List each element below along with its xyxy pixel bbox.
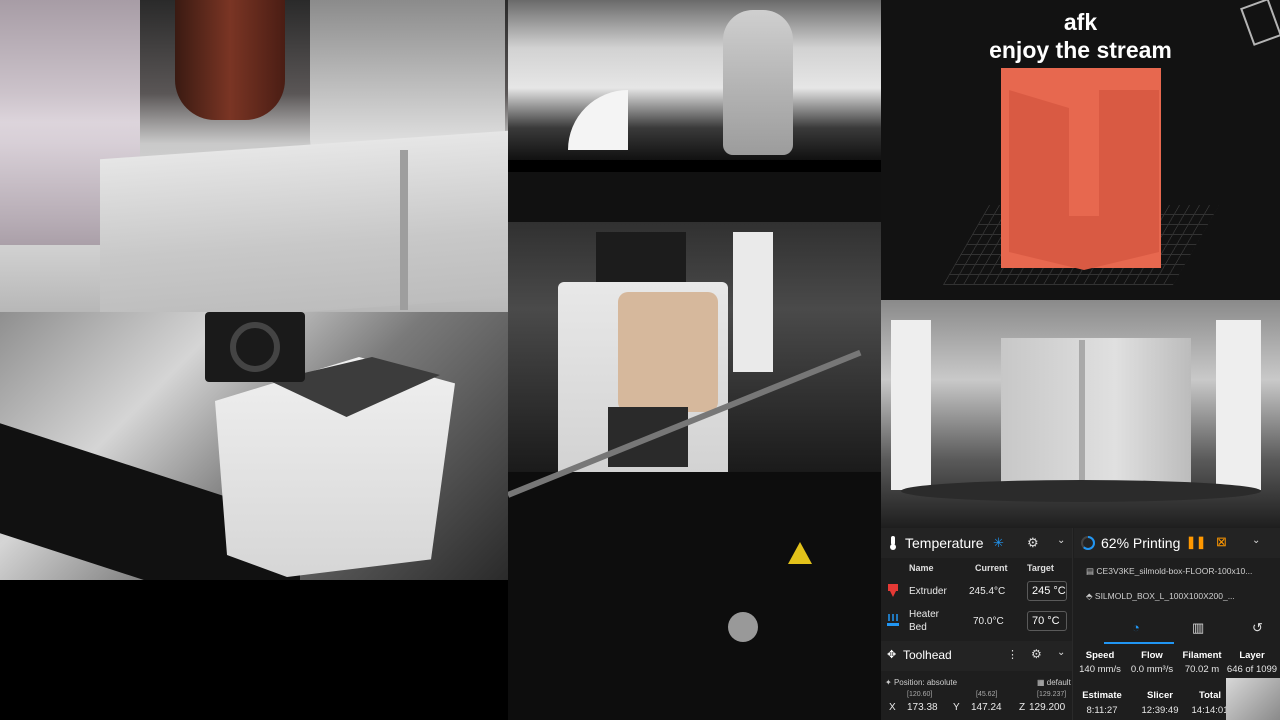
position-mode: ✦ Position: absolute xyxy=(885,678,957,687)
file-icon: ▤ xyxy=(1086,566,1097,576)
temperature-header: Temperature ✳ ⚙ ⌄ xyxy=(881,528,1072,558)
gantry-image xyxy=(508,172,881,222)
col-name-header: Name xyxy=(909,563,934,573)
miniature-figure-image xyxy=(723,10,793,155)
extruder-target-value: 245 xyxy=(1032,585,1051,597)
z-axis-label: Z xyxy=(1019,702,1026,713)
printer-control-panel: Temperature ✳ ⚙ ⌄ Name Current Target Ex… xyxy=(881,528,1280,720)
toolhead-gear-icon[interactable]: ⚙ xyxy=(1031,647,1042,661)
part-groove xyxy=(400,150,408,310)
y-position-field[interactable]: 147.24 xyxy=(971,702,1002,713)
time-slicer-label: Slicer xyxy=(1147,690,1173,701)
stat-filament-label: Filament xyxy=(1182,650,1222,661)
right-frame-image xyxy=(1216,320,1261,490)
move-arrows-icon: ✥ xyxy=(887,649,897,661)
temperature-title: Temperature xyxy=(905,535,984,551)
toolhead-chevron-icon[interactable]: ⌄ xyxy=(1057,647,1065,658)
preset-selector[interactable]: ▦ default xyxy=(1037,678,1071,687)
file-row-1[interactable]: ▤ CE3V3KE_silmold-box-FLOOR-100x10... xyxy=(1086,566,1252,577)
heater-bed-icon xyxy=(887,614,899,628)
build-plate-image xyxy=(508,472,881,720)
stat-speed-value: 140 mm/s xyxy=(1079,664,1121,675)
thermometer-icon xyxy=(887,536,899,550)
printed-box-front-image xyxy=(1001,338,1191,483)
overlay-line-2: enjoy the stream xyxy=(989,37,1172,63)
col-target-header: Target xyxy=(1027,563,1054,573)
x-position-field[interactable]: 173.38 xyxy=(907,702,938,713)
extruder-current: 245.4°C xyxy=(969,586,1006,597)
file-row-2[interactable]: ⬘ SILMOLD_BOX_L_100X100X200_... xyxy=(1086,591,1235,602)
leveling-knob-image xyxy=(728,612,758,642)
time-estimate-label: Estimate xyxy=(1082,690,1122,701)
tab-files-icon[interactable]: ▥ xyxy=(1192,620,1204,636)
preset-label: default xyxy=(1046,678,1071,687)
chevron-down-icon[interactable]: ⌄ xyxy=(1057,535,1065,546)
position-mode-label: Position: absolute xyxy=(893,678,958,687)
heater-bed-target-input[interactable]: 70 °C xyxy=(1027,611,1067,631)
model-preview-panel: afk enjoy the stream xyxy=(881,0,1280,300)
toolhead-header: ✥ Toolhead ⋮ ⚙ ⌄ xyxy=(881,641,1072,671)
box-seam xyxy=(1079,340,1085,480)
print-status-title: 62% Printing xyxy=(1101,535,1181,551)
nozzle-image xyxy=(175,0,285,120)
extruder-icon xyxy=(887,584,899,598)
toolhead-plate-image xyxy=(618,292,718,412)
fan-ring xyxy=(230,322,280,372)
current-object-name: SILMOLD_BOX_L_100X100X200_... xyxy=(1094,591,1235,601)
status-header: 62% Printing ❚❚ ⊠ ⌄ xyxy=(1074,528,1280,558)
frame-tower-image xyxy=(733,232,773,372)
heater-bed-name: Heater Bed xyxy=(909,609,940,633)
bed-target-value: 70 xyxy=(1032,615,1045,627)
more-vert-icon[interactable]: ⋮ xyxy=(1007,648,1018,661)
y-target: [45.62] xyxy=(976,691,998,698)
z-target: [129.237] xyxy=(1037,691,1067,698)
x-axis-label: X xyxy=(889,702,896,713)
heater-bed-current: 70.0°C xyxy=(973,616,1004,627)
left-frame-image xyxy=(891,320,931,490)
progress-ring-icon xyxy=(1081,536,1095,550)
camera-toolhead-view xyxy=(508,172,881,720)
time-estimate-value: 8:11:27 xyxy=(1086,705,1118,716)
stat-layer-value: 646 of 1099 xyxy=(1226,664,1278,675)
stat-flow-label: Flow xyxy=(1141,650,1163,661)
cancel-print-icon[interactable]: ⊠ xyxy=(1216,534,1227,550)
extruder-label-image xyxy=(596,232,686,282)
pause-icon[interactable]: ❚❚ xyxy=(1186,535,1206,549)
extruder-target-input[interactable]: 245 °C xyxy=(1027,581,1067,601)
extruder-name: Extruder xyxy=(909,586,947,597)
temperature-card: Temperature ✳ ⚙ ⌄ Name Current Target Ex… xyxy=(881,528,1073,720)
stat-speed-label: Speed xyxy=(1085,650,1115,661)
status-chevron-icon[interactable]: ⌄ xyxy=(1252,535,1260,546)
status-card: 62% Printing ❚❚ ⊠ ⌄ ▤ CE3V3KE_silmold-bo… xyxy=(1074,528,1280,720)
camera-side-view xyxy=(0,312,508,580)
x-target: [120.60] xyxy=(907,691,933,698)
grid-icon: ▦ xyxy=(1037,678,1047,687)
toolhead-title: Toolhead xyxy=(903,648,952,662)
bed-rail-image xyxy=(901,480,1261,502)
cooldown-icon[interactable]: ✳ xyxy=(993,535,1004,551)
stat-layer-label: Layer xyxy=(1239,650,1265,661)
crosshair-icon: ✦ xyxy=(885,678,894,687)
tab-history-icon[interactable]: ↺ xyxy=(1252,620,1263,636)
y-axis-label: Y xyxy=(953,702,960,713)
z-position-field[interactable]: 129.200 xyxy=(1029,702,1065,713)
tab-status-icon[interactable]: ◔ xyxy=(1132,620,1140,635)
current-file-name: CE3V3KE_silmold-box-FLOOR-100x10... xyxy=(1096,566,1253,576)
camera-front-view xyxy=(881,300,1280,528)
bed-target-unit: °C xyxy=(1047,615,1060,627)
extruder-target-unit: °C xyxy=(1053,585,1066,597)
webcam-thumbnail xyxy=(1226,678,1280,720)
tab-status-underline xyxy=(1104,642,1174,644)
warning-sticker-icon xyxy=(788,542,812,564)
camera-figure xyxy=(508,0,881,160)
printed-part-image xyxy=(100,130,508,312)
overlay-line-1: afk xyxy=(1063,9,1098,35)
camera-nozzle-closeup xyxy=(0,0,508,312)
col-current-header: Current xyxy=(975,563,1008,573)
object-icon: ⬘ xyxy=(1086,591,1095,601)
afk-overlay: afk enjoy the stream xyxy=(881,8,1280,64)
settings-gear-icon[interactable]: ⚙ xyxy=(1027,535,1039,551)
fan-blade-image xyxy=(568,90,628,150)
